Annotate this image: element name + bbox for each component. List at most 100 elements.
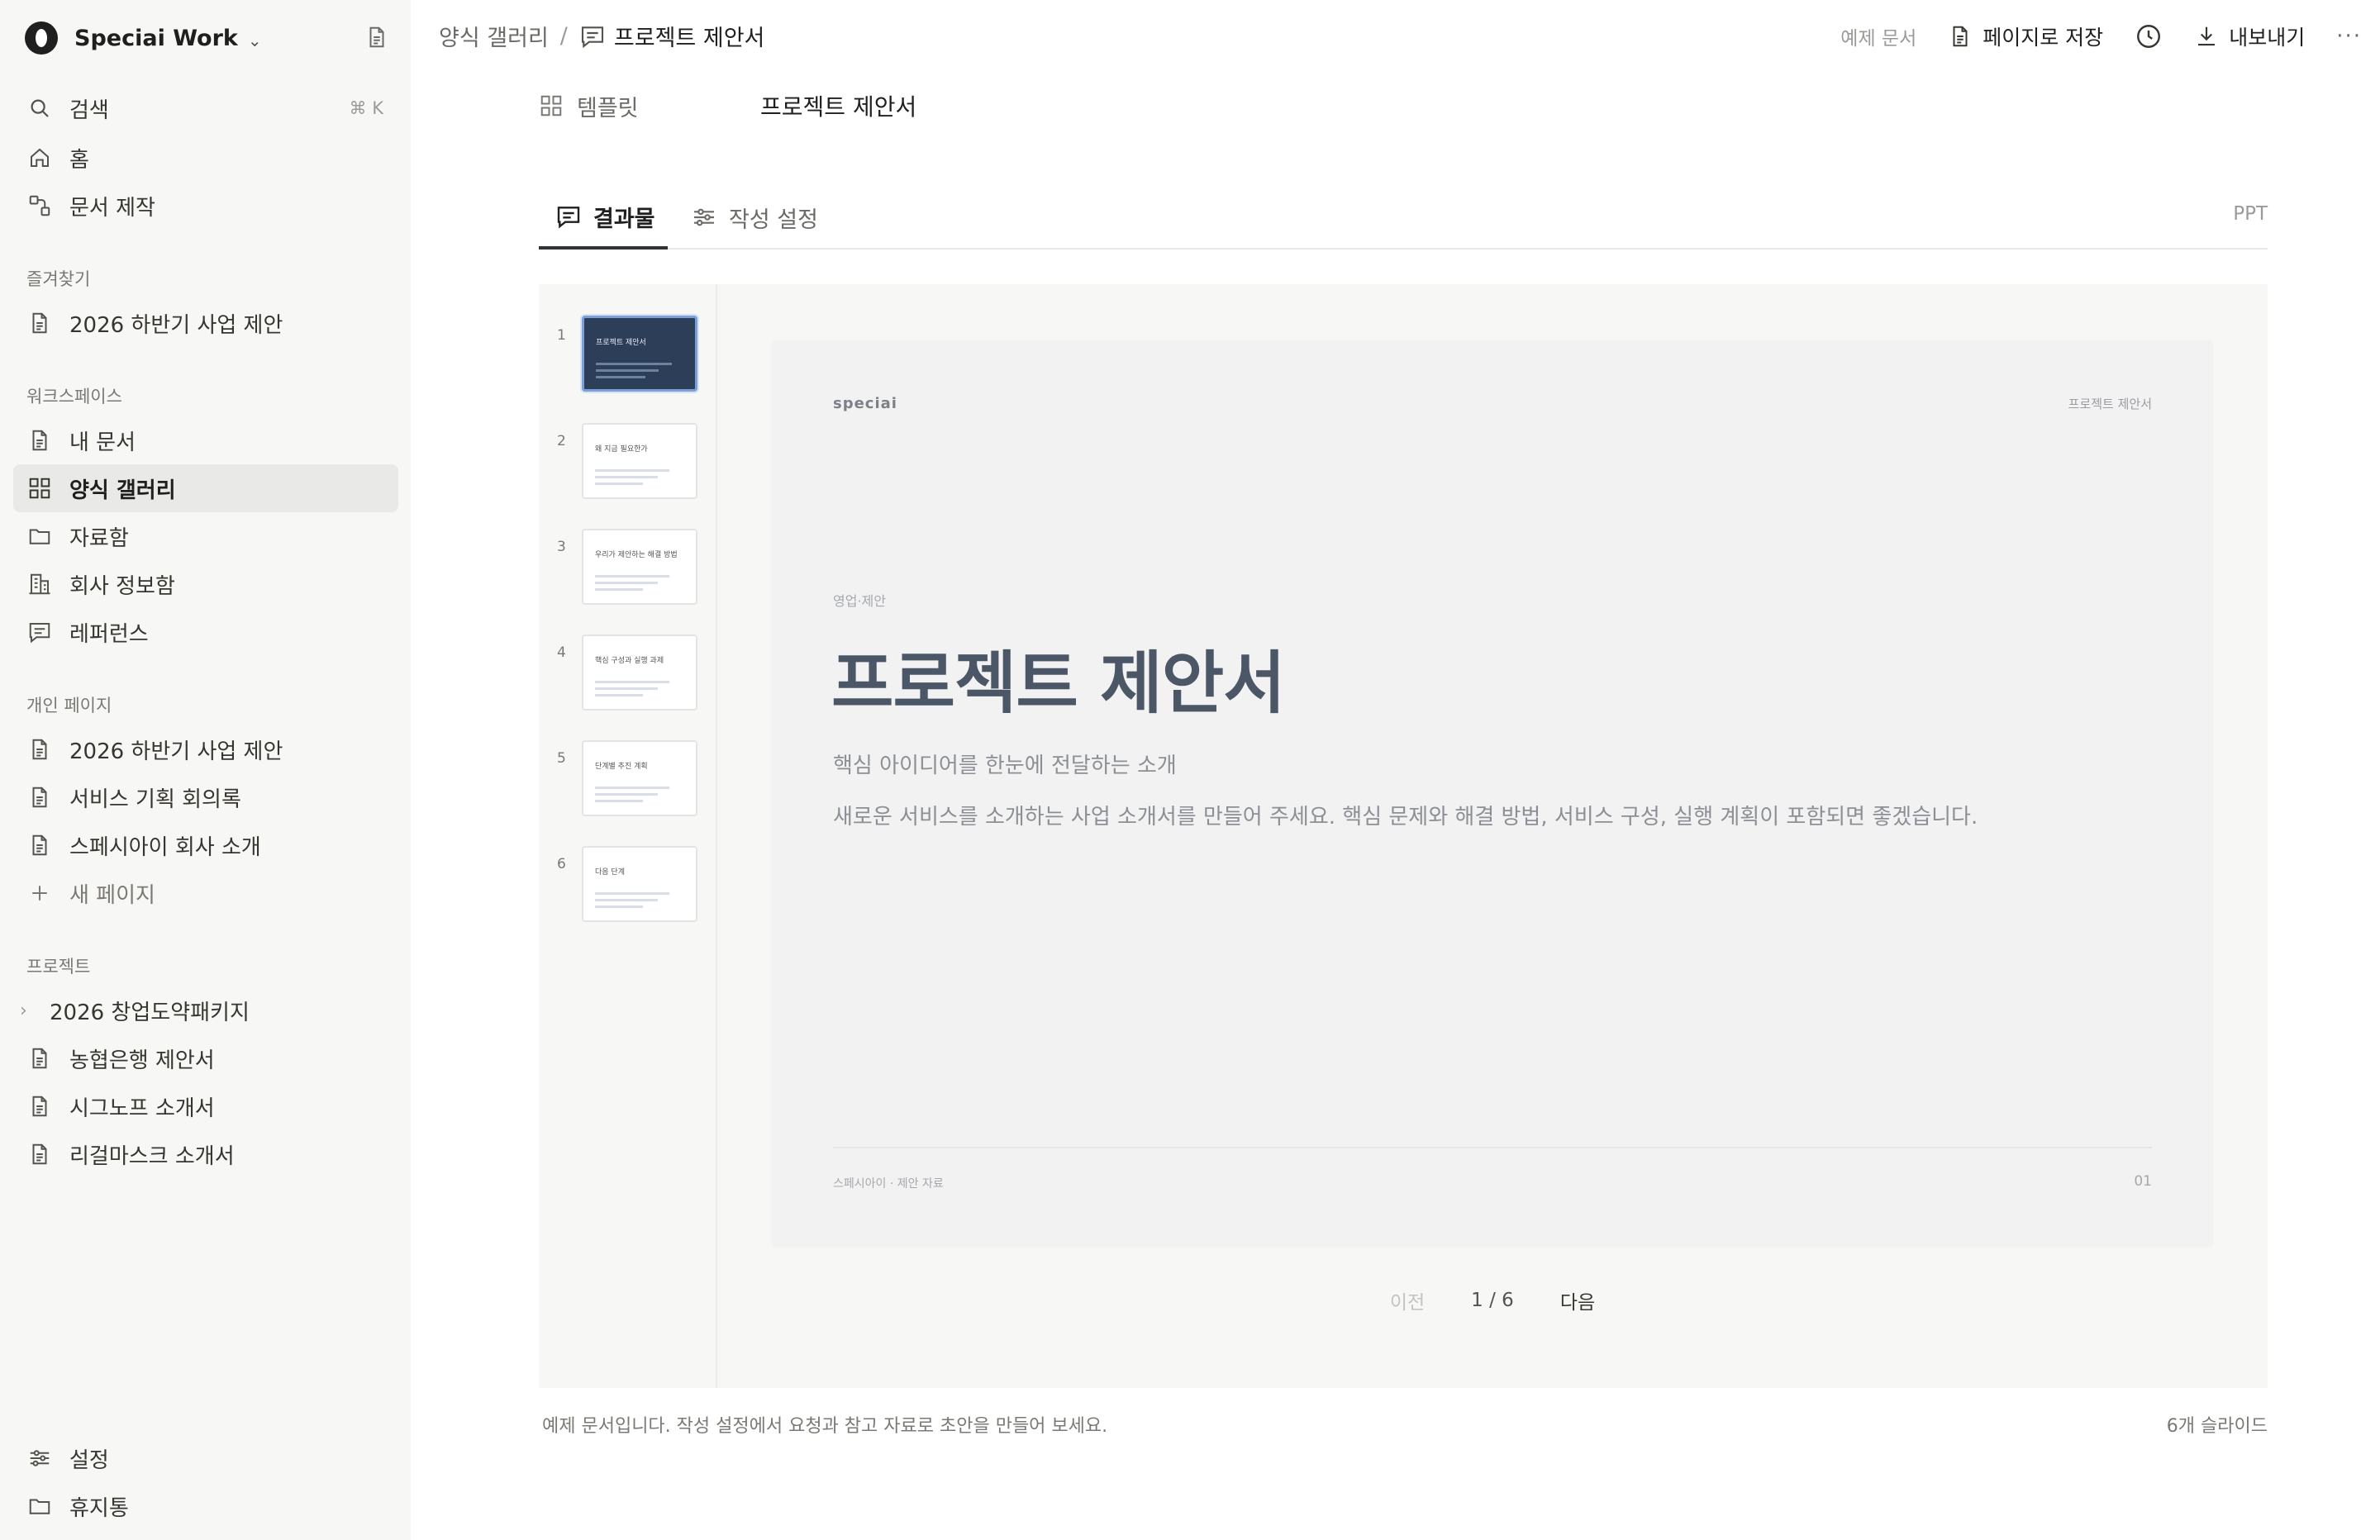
sliders-icon <box>26 1445 53 1471</box>
sidebar-item-label: 레퍼런스 <box>69 621 149 647</box>
slide-thumbnail[interactable]: 다음 단계 <box>582 846 697 922</box>
sidebar-item-personal-page[interactable]: 서비스 기획 회의록 <box>13 773 398 821</box>
sidebar-item-company-info[interactable]: 회사 정보함 <box>13 560 398 608</box>
thumbnail-title: 우리가 제안하는 해결 방법 <box>595 551 678 559</box>
slide-thumbnail[interactable]: 핵심 구성과 실행 과제 <box>582 635 697 711</box>
slide-thumbnail[interactable]: 단계별 추진 계획 <box>582 740 697 816</box>
sidebar-item-label: 시그노프 소개서 <box>69 1096 215 1121</box>
sidebar-item-home[interactable]: 홈 <box>13 134 398 182</box>
sidebar-item-label: 서비스 기획 회의록 <box>69 787 241 812</box>
section-workspace-title: 워크스페이스 <box>26 387 122 406</box>
section-personal-title: 개인 페이지 <box>26 696 112 715</box>
chevron-right-icon[interactable]: › <box>20 1001 41 1021</box>
folder-icon <box>26 523 53 549</box>
slide-page-number: 01 <box>2134 1173 2152 1190</box>
new-page-button[interactable]: 새 페이지 <box>13 869 398 917</box>
chat-icon <box>26 619 53 645</box>
tab-bar: 결과물 작성 설정 PPT <box>539 187 2268 250</box>
sidebar-item-personal-page[interactable]: 2026 하반기 사업 제안 <box>13 725 398 773</box>
slide-footer-left: 스페시아이 · 제안 자료 <box>833 1177 944 1191</box>
example-doc-label: 예제 문서 <box>1840 28 1917 50</box>
document-icon <box>26 784 53 810</box>
footer-note: 예제 문서입니다. 작성 설정에서 요청과 참고 자료로 초안을 만들어 보세요… <box>542 1416 1108 1437</box>
export-button[interactable]: 내보내기 <box>2194 21 2305 51</box>
sidebar-item-search[interactable]: 검색 ⌘ K <box>13 84 398 132</box>
sidebar-item-label: 2026 창업도약패키지 <box>50 1000 250 1025</box>
workspace-name: Speciai Work <box>74 25 238 51</box>
sidebar-item-label: 자료함 <box>69 525 129 551</box>
document-icon <box>26 310 53 336</box>
sidebar-item-personal-page[interactable]: 스페시아이 회사 소개 <box>13 821 398 869</box>
document-icon <box>26 1141 53 1167</box>
slide-viewer: 1 프로젝트 제안서 2 왜 지금 필요한가 3 우리가 제안하는 해결 방법 … <box>539 284 2268 1388</box>
sidebar-item-project[interactable]: 농협은행 제안서 <box>13 1034 398 1082</box>
document-icon <box>26 1093 53 1119</box>
sidebar-item-create[interactable]: 문서 제작 <box>13 182 398 230</box>
plus-icon <box>26 880 53 906</box>
breadcrumb-gallery[interactable]: 양식 갤러리 <box>439 20 549 52</box>
thumbnail-number: 1 <box>557 327 566 344</box>
top-bar: 양식 갤러리 / 프로젝트 제안서 예제 문서 페이지로 저장 내보내기 ··· <box>411 0 2380 73</box>
sidebar-item-label: 회사 정보함 <box>69 573 175 599</box>
next-button[interactable]: 다음 <box>1560 1286 1595 1314</box>
sidebar-item-references[interactable]: 레퍼런스 <box>13 608 398 656</box>
download-icon <box>2198 26 2216 46</box>
sidebar-item-label: 홈 <box>69 147 89 173</box>
page-indicator: 1 / 6 <box>1471 1290 1514 1311</box>
building-icon <box>26 571 53 597</box>
sidebar-item-settings[interactable]: 설정 <box>13 1434 398 1482</box>
tab-settings[interactable]: 작성 설정 <box>691 187 818 248</box>
thumbnail-title: 왜 지금 필요한가 <box>595 445 648 454</box>
slide-subtitle: 핵심 아이디어를 한눈에 전달하는 소개 <box>833 753 1177 778</box>
template-value[interactable]: 프로젝트 제안서 <box>760 89 916 122</box>
template-row: 템플릿 프로젝트 제안서 <box>539 88 916 124</box>
sidebar-item-favorite[interactable]: 2026 하반기 사업 제안 <box>13 299 398 347</box>
thumbnail-number: 3 <box>557 539 566 555</box>
prev-button[interactable]: 이전 <box>1390 1286 1425 1314</box>
tab-settings-label: 작성 설정 <box>729 207 818 233</box>
document-icon <box>1953 26 1968 47</box>
tab-result[interactable]: 결과물 <box>539 187 668 250</box>
search-shortcut: ⌘ K <box>349 98 383 118</box>
slide-thumbnail[interactable]: 우리가 제안하는 해결 방법 <box>582 529 697 605</box>
sidebar-item-project[interactable]: 시그노프 소개서 <box>13 1082 398 1130</box>
sidebar-item-label: 2026 하반기 사업 제안 <box>69 312 283 338</box>
sidebar-item-label: 설정 <box>69 1447 109 1473</box>
sidebar-item-label: 검색 <box>69 97 109 123</box>
sidebar-item-label: 문서 제작 <box>69 195 155 221</box>
sidebar-item-my-docs[interactable]: 내 문서 <box>13 416 398 464</box>
sidebar-item-project[interactable]: 리걸마스크 소개서 <box>13 1130 398 1178</box>
chat-icon <box>557 207 580 229</box>
thumbnail-number: 4 <box>557 644 566 661</box>
sidebar-item-label: 리걸마스크 소개서 <box>69 1143 235 1169</box>
workspace-switcher[interactable]: Speciai Work ⌄ <box>25 20 262 56</box>
section-favorites-title: 즐겨찾기 <box>26 269 91 289</box>
slide-header-right: 프로젝트 제안서 <box>2068 397 2152 411</box>
history-clock-icon[interactable] <box>2135 22 2163 50</box>
save-as-page-button[interactable]: 페이지로 저장 <box>1948 21 2103 51</box>
new-page-label: 새 페이지 <box>69 882 155 908</box>
breadcrumb-current: 프로젝트 제안서 <box>613 26 765 51</box>
sidebar-item-label: 내 문서 <box>69 430 136 455</box>
sidebar: Speciai Work ⌄ 검색 ⌘ K 홈 문서 제작 즐겨찾기 2026 … <box>0 0 411 1540</box>
sidebar-item-template-gallery[interactable]: 양식 갤러리 <box>13 464 398 512</box>
slide-thumbnail[interactable]: 프로젝트 제안서 <box>582 316 697 392</box>
thumbnail-title: 핵심 구성과 실행 과제 <box>595 657 664 665</box>
document-icon <box>26 1045 53 1072</box>
more-options-button[interactable]: ··· <box>2336 24 2362 49</box>
new-document-icon[interactable] <box>364 25 389 53</box>
search-icon <box>26 95 53 121</box>
app-window: Speciai Work ⌄ 검색 ⌘ K 홈 문서 제작 즐겨찾기 2026 … <box>0 0 2380 1540</box>
thumbnail-rail: 1 프로젝트 제안서 2 왜 지금 필요한가 3 우리가 제안하는 해결 방법 … <box>539 284 717 1388</box>
sidebar-item-project-folder[interactable]: › 2026 창업도약패키지 <box>13 986 398 1034</box>
breadcrumb: 양식 갤러리 / 프로젝트 제안서 <box>439 20 764 52</box>
slide-eyebrow: 영업·제안 <box>833 593 886 609</box>
header-actions: 예제 문서 페이지로 저장 내보내기 ··· <box>1840 18 2380 55</box>
slide-count: 6개 슬라이드 <box>2166 1416 2268 1437</box>
sidebar-item-files[interactable]: 자료함 <box>13 512 398 560</box>
sidebar-item-label: 휴지통 <box>69 1495 129 1521</box>
slide-thumbnail[interactable]: 왜 지금 필요한가 <box>582 423 697 499</box>
breadcrumb-separator: / <box>559 23 568 49</box>
sidebar-item-label: 스페시아이 회사 소개 <box>69 834 261 860</box>
sidebar-item-trash[interactable]: 휴지통 <box>13 1482 398 1530</box>
